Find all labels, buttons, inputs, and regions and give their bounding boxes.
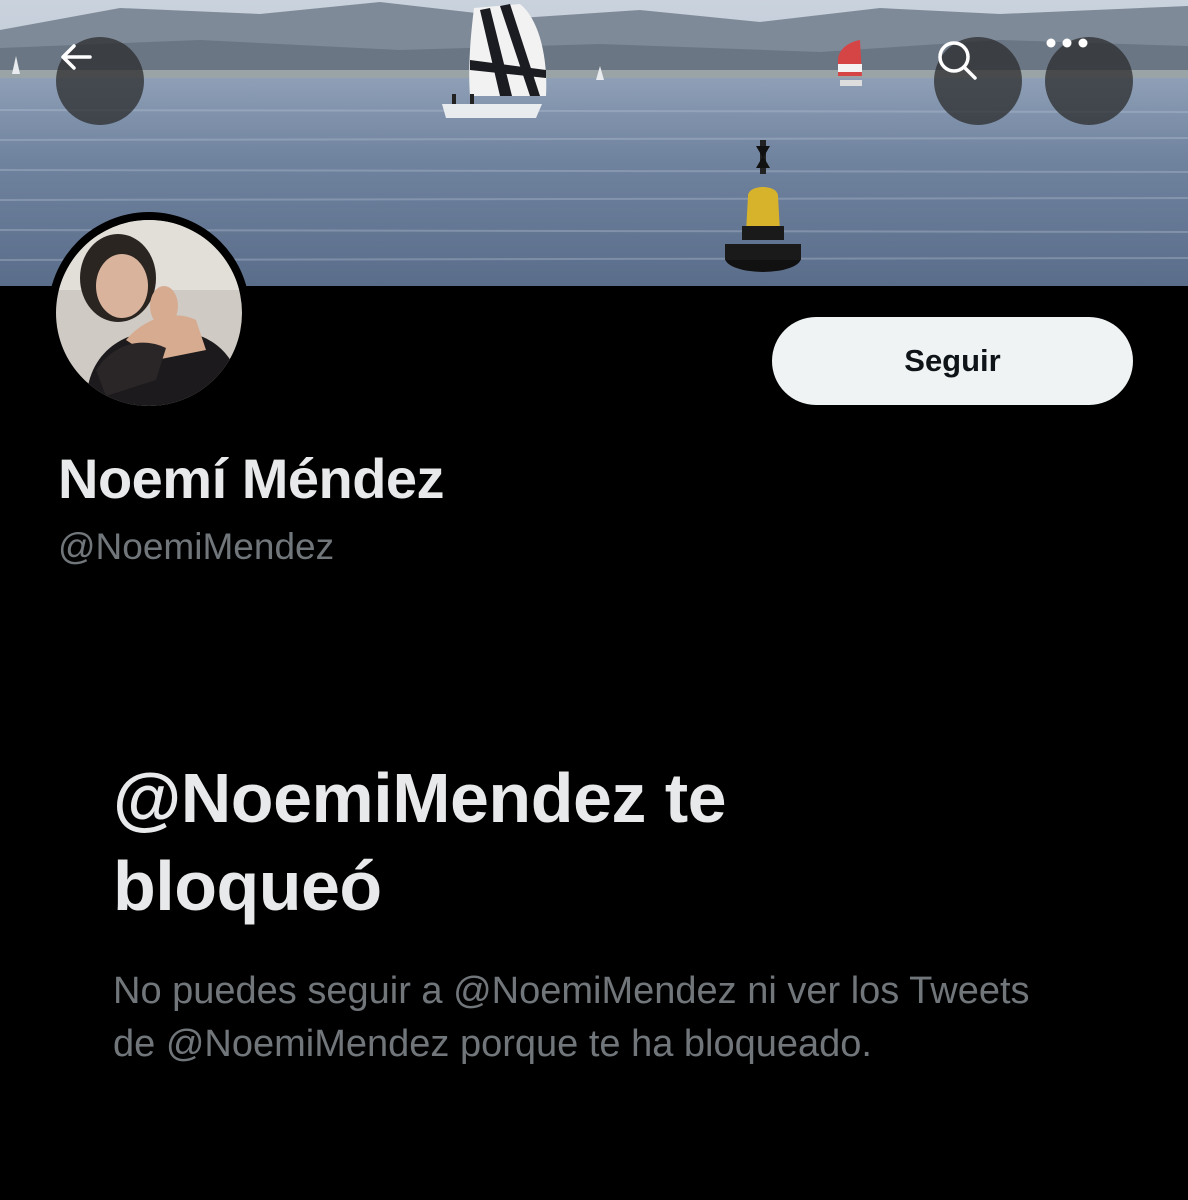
- search-icon: [938, 41, 977, 80]
- avatar[interactable]: [48, 212, 250, 414]
- follow-button[interactable]: Seguir: [772, 317, 1133, 405]
- search-button[interactable]: [934, 37, 1022, 125]
- more-horizontal-icon: [1046, 38, 1088, 48]
- user-handle: @NoemiMendez: [58, 526, 335, 567]
- blocked-notice-description: No puedes seguir a @NoemiMendez ni ver l…: [113, 970, 1030, 1065]
- avatar-photo: [56, 220, 242, 406]
- profile-page: Seguir Noemí Méndez @NoemiMendez @NoemiM…: [0, 0, 1188, 1200]
- back-button[interactable]: [56, 37, 144, 125]
- arrow-left-icon: [61, 44, 92, 70]
- display-name: Noemí Méndez: [58, 447, 445, 510]
- blocked-notice-title: @NoemiMendez te bloqueó: [113, 759, 727, 925]
- more-options-button[interactable]: [1045, 37, 1133, 125]
